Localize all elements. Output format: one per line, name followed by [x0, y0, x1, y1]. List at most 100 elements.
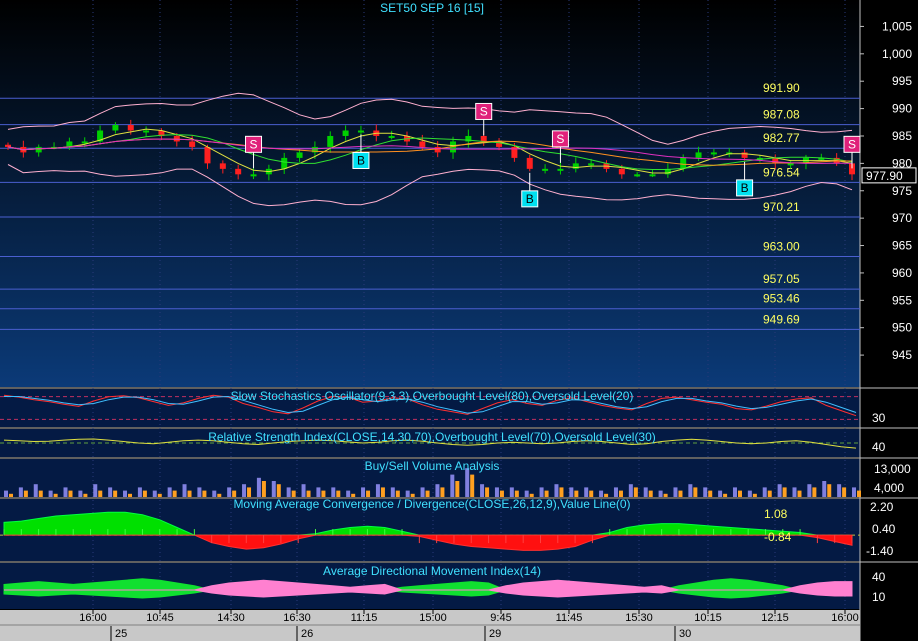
volume-sell-bar	[752, 493, 757, 497]
level-label: 976.54	[763, 165, 800, 179]
volume-sell-bar	[708, 490, 713, 497]
macd-annotation: -0.84	[764, 530, 792, 544]
macd-title: Moving Average Convergence / Divergence(…	[233, 497, 630, 511]
candle-body	[542, 168, 549, 171]
volume-buy-bar	[643, 487, 648, 497]
volume-buy-bar	[4, 490, 8, 497]
candle-body	[618, 168, 625, 175]
candle-body	[588, 163, 595, 166]
candle-body	[680, 157, 687, 169]
candle-body	[557, 168, 564, 171]
time-tick-label: 11:45	[556, 612, 583, 624]
candle-body	[5, 144, 11, 147]
volume-buy-bar	[762, 487, 767, 497]
level-label: 957.05	[763, 272, 800, 286]
volume-buy-bar	[227, 487, 232, 497]
stochastic-tick-label: 30	[872, 411, 886, 425]
volume-buy-bar	[509, 487, 514, 497]
volume-sell-bar	[723, 493, 728, 497]
candle-body	[649, 174, 656, 177]
volume-buy-bar	[450, 474, 455, 497]
date-tick-label: 26	[301, 628, 313, 640]
chart-canvas[interactable]: 991.90 987.08 982.77 976.54 970.21 963.00 957.…	[0, 0, 918, 641]
time-tick-label: 10:15	[694, 612, 722, 624]
date-tick-label: 29	[489, 628, 501, 640]
candle-body	[235, 168, 242, 175]
volume-sell-bar	[9, 493, 13, 497]
candle-body	[388, 135, 395, 138]
volume-sell-bar	[559, 487, 564, 497]
volume-buy-bar	[18, 487, 23, 497]
volume-buy-bar	[658, 490, 663, 497]
volume-buy-bar	[390, 487, 395, 497]
volume-buy-bar	[435, 484, 440, 497]
time-tick-label: 16:00	[831, 612, 859, 624]
candle-body	[127, 125, 134, 131]
volume-sell-bar	[380, 487, 385, 497]
volume-buy-bar	[167, 487, 172, 497]
macd-tick-label: -1.40	[866, 544, 894, 558]
volume-buy-bar	[78, 490, 83, 497]
candle-body	[112, 125, 119, 131]
volume-sell-bar	[440, 487, 445, 497]
candle-body	[219, 163, 226, 169]
volume-sell-bar	[217, 493, 222, 497]
volume-buy-bar	[361, 487, 366, 497]
volume-title: Buy/Sell Volume Analysis	[365, 459, 500, 473]
candle-body	[480, 135, 487, 142]
volume-sell-bar	[261, 481, 266, 497]
volume-buy-bar	[584, 487, 589, 497]
volume-sell-bar	[812, 487, 817, 497]
volume-buy-bar	[212, 490, 217, 497]
macd-tick-label: 0.40	[872, 522, 896, 536]
volume-buy-bar	[494, 487, 499, 497]
price-tick-label: 955	[892, 293, 912, 307]
volume-sell-bar	[38, 490, 43, 497]
volume-sell-bar	[663, 493, 668, 497]
volume-tick-label: 4,000	[874, 481, 904, 495]
sell-signal-label: S	[480, 104, 488, 118]
volume-buy-bar	[108, 487, 113, 497]
level-label: 991.90	[763, 81, 800, 95]
time-tick-label: 11:15	[351, 612, 378, 624]
volume-buy-bar	[807, 484, 812, 497]
time-tick-label: 10:45	[146, 612, 174, 624]
time-tick-label: 15:30	[625, 612, 653, 624]
volume-buy-bar	[93, 484, 98, 497]
time-tick-label: 9:45	[490, 612, 511, 624]
volume-sell-bar	[53, 493, 58, 497]
volume-buy-bar	[48, 490, 53, 497]
candle-body	[281, 157, 288, 169]
volume-sell-bar	[485, 487, 490, 497]
volume-buy-bar	[242, 484, 247, 497]
chart-title: SET50 SEP 16 [15]	[380, 1, 484, 15]
sell-signal-label: S	[556, 132, 564, 146]
volume-sell-bar	[767, 490, 772, 497]
volume-sell-bar	[172, 490, 177, 497]
volume-sell-bar	[142, 490, 147, 497]
volume-sell-bar	[737, 490, 742, 497]
candle-body	[357, 130, 364, 133]
volume-buy-bar	[286, 487, 291, 497]
time-tick-label: 16:00	[79, 612, 107, 624]
level-label: 987.08	[763, 108, 800, 122]
buy-signal-label: B	[526, 192, 534, 206]
macd-tick-label: 2.20	[870, 500, 894, 514]
volume-buy-bar	[613, 487, 618, 497]
buy-signal-label: B	[357, 154, 365, 168]
volume-buy-bar	[628, 484, 633, 497]
price-tick-label: 950	[892, 321, 912, 335]
level-label: 982.77	[763, 131, 800, 145]
level-label: 963.00	[763, 239, 800, 253]
time-tick-label: 14:30	[217, 612, 245, 624]
volume-buy-bar	[539, 487, 544, 497]
volume-sell-bar	[157, 493, 162, 497]
buy-signal-label: B	[741, 181, 749, 195]
sell-signal-label: S	[848, 137, 856, 151]
volume-buy-bar	[331, 487, 336, 497]
volume-sell-bar	[648, 490, 653, 497]
volume-buy-bar	[182, 484, 187, 497]
candle-body	[342, 130, 349, 136]
volume-buy-bar	[554, 484, 559, 497]
volume-buy-bar	[852, 487, 856, 497]
